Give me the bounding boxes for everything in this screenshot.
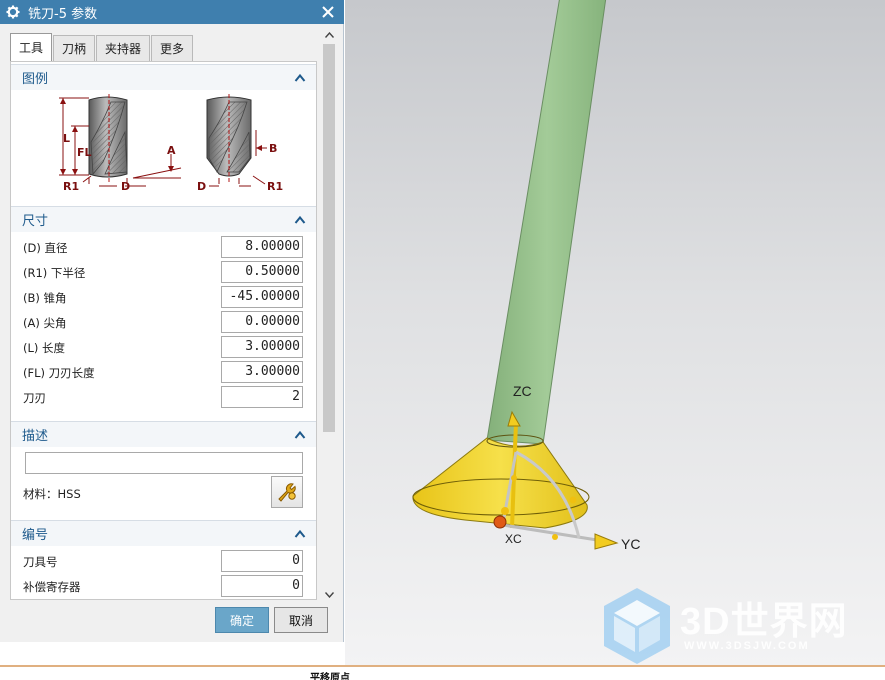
dim-tip-angle-label: (A) 尖角	[23, 316, 67, 330]
dim-label-r1-left: R1	[63, 180, 79, 193]
dim-row-lower-radius: (R1) 下半径 0.50000	[11, 261, 316, 283]
cube-logo-icon	[604, 588, 670, 664]
tab-more[interactable]: 更多	[151, 35, 194, 61]
scroll-down-icon[interactable]	[320, 588, 338, 602]
scroll-up-icon[interactable]	[320, 28, 338, 42]
dim-label-a: A	[167, 144, 176, 157]
section-description-header[interactable]: 描述	[11, 421, 316, 447]
chevron-up-icon[interactable]	[294, 528, 306, 540]
chevron-up-icon[interactable]	[294, 72, 306, 84]
tab-strip: 工具 刀柄 夹持器 更多	[10, 33, 194, 61]
dim-label-r1-right: R1	[267, 180, 283, 193]
tool-diagram: L FL R1 D A B D R1	[59, 94, 283, 193]
dim-label-d-right: D	[197, 180, 206, 193]
dim-length-field[interactable]: 3.00000	[221, 336, 303, 358]
status-text: 平移原点	[310, 673, 350, 680]
dim-lower-radius-label: (R1) 下半径	[23, 266, 86, 280]
axis-label-xc: XC	[505, 532, 522, 546]
tool-parameters-dialog: 铣刀-5 参数 工具 刀柄 夹持器 更多 图例 L FL R1 D A B D …	[0, 0, 344, 642]
dim-row-diameter: (D) 直径 8.00000	[11, 236, 316, 258]
num-row-tool-number: 刀具号 0	[11, 550, 316, 572]
tab-tool[interactable]: 工具	[10, 33, 53, 61]
section-description-label: 描述	[22, 429, 49, 444]
tool-number-label: 刀具号	[23, 555, 58, 569]
section-dimensions-header[interactable]: 尺寸	[11, 206, 316, 232]
tab-panel: 图例 L FL R1 D A B D R1 尺寸 (D) 直径 8.00000 …	[10, 61, 317, 600]
dim-lower-radius-field[interactable]: 0.50000	[221, 261, 303, 283]
section-dimensions-label: 尺寸	[22, 214, 49, 229]
dim-label-b: B	[269, 142, 277, 155]
scrollbar-thumb[interactable]	[323, 44, 335, 432]
chevron-up-icon[interactable]	[294, 429, 306, 441]
offset-register-field[interactable]: 0	[221, 575, 303, 597]
watermark-text: 3D世界网	[680, 601, 848, 643]
wrench-icon	[278, 483, 296, 502]
close-icon[interactable]	[318, 2, 338, 22]
material-label: 材料：HSS	[23, 487, 81, 501]
dim-row-tip-angle: (A) 尖角 0.00000	[11, 311, 316, 333]
watermark-logo: 3D世界网 WWW.3DSJW.COM	[598, 584, 868, 670]
material-library-button[interactable]	[271, 476, 303, 508]
dim-flute-length-field[interactable]: 3.00000	[221, 361, 303, 383]
dialog-title: 铣刀-5 参数	[28, 6, 98, 22]
ok-button[interactable]: 确定	[215, 607, 269, 633]
section-numbering-label: 编号	[22, 528, 49, 543]
end-mill-figure-left	[59, 94, 182, 187]
dim-label-l: L	[63, 132, 70, 145]
description-field[interactable]	[25, 452, 303, 474]
dim-tip-angle-field[interactable]: 0.00000	[221, 311, 303, 333]
dim-row-flutes: 刀刃 2	[11, 386, 316, 408]
axis-label-zc: ZC	[513, 383, 532, 399]
dim-diameter-label: (D) 直径	[23, 241, 68, 255]
dim-row-length: (L) 长度 3.00000	[11, 336, 316, 358]
graphics-viewport[interactable]: ZC YC XC	[345, 0, 885, 665]
dim-diameter-field[interactable]: 8.00000	[221, 236, 303, 258]
cancel-button[interactable]: 取消	[274, 607, 328, 633]
dim-flute-length-label: (FL) 刀刃长度	[23, 366, 95, 380]
status-bar: 平移原点	[0, 665, 885, 680]
tab-shank[interactable]: 刀柄	[53, 35, 96, 61]
offset-register-label: 补偿寄存器	[23, 580, 81, 594]
watermark-url: WWW.3DSJW.COM	[684, 640, 810, 652]
tool-shank	[486, 0, 607, 445]
tab-holder[interactable]: 夹持器	[96, 35, 151, 61]
dim-length-label: (L) 长度	[23, 341, 66, 355]
dialog-scrollbar[interactable]	[320, 28, 338, 602]
dim-row-flute-length: (FL) 刀刃长度 3.00000	[11, 361, 316, 383]
chevron-up-icon[interactable]	[294, 214, 306, 226]
dim-flutes-label: 刀刃	[23, 391, 46, 405]
dim-flutes-field[interactable]: 2	[221, 386, 303, 408]
end-mill-figure-right	[206, 94, 267, 187]
section-numbering-header[interactable]: 编号	[11, 520, 316, 546]
gear-icon	[3, 2, 23, 22]
dim-label-fl: FL	[77, 146, 92, 159]
num-row-offset-register: 补偿寄存器 0	[11, 575, 316, 597]
tool-number-field[interactable]: 0	[221, 550, 303, 572]
dialog-titlebar: 铣刀-5 参数	[0, 0, 344, 24]
section-legend-label: 图例	[22, 72, 49, 87]
dim-row-taper-angle: (B) 锥角 -45.00000	[11, 286, 316, 308]
section-legend-header[interactable]: 图例	[11, 64, 316, 90]
axis-label-yc: YC	[621, 536, 641, 552]
dim-taper-angle-label: (B) 锥角	[23, 291, 67, 305]
dim-label-d-left: D	[121, 180, 130, 193]
dim-taper-angle-field[interactable]: -45.00000	[221, 286, 303, 308]
tool-3d-view	[412, 0, 619, 550]
